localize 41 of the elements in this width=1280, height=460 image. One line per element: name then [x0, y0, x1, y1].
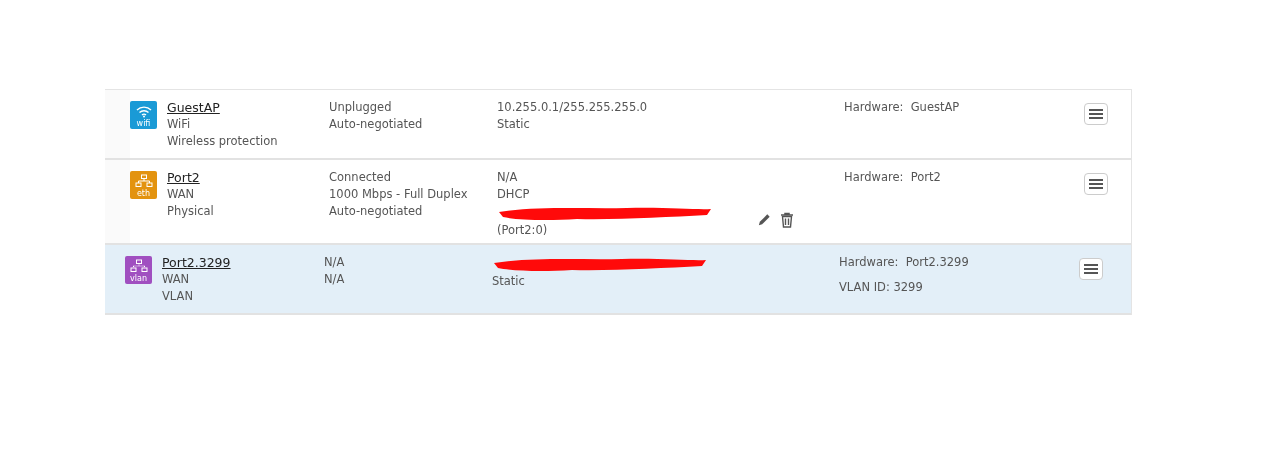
hardware-text: Hardware: Port2.3299	[839, 254, 970, 271]
interface-name-link[interactable]: Port2	[167, 169, 329, 186]
status-text: 1000 Mbps - Full Duplex	[329, 186, 469, 203]
interface-row[interactable]: vlan Port2.3299 WAN VLAN N/A N/A Static Hardware: Port2.3299 VLAN ID: 3299	[105, 245, 1131, 315]
menu-button[interactable]	[1084, 103, 1108, 125]
network-icon: eth	[130, 171, 157, 199]
hardware-text: Hardware: Port2	[844, 169, 942, 186]
hardware-text: VLAN ID: 3299	[839, 279, 924, 296]
interface-row[interactable]: wifi GuestAP WiFi Wireless protection Unplugged Auto-negotiated 10.255.0.1/255.255.255.0 Static Hardware: GuestAP	[105, 90, 1131, 160]
status-text: N/A	[324, 271, 346, 288]
status-text: N/A	[324, 254, 346, 271]
interface-detail: WAN	[162, 271, 191, 288]
interface-detail: WAN	[167, 186, 196, 203]
status-text: Auto-negotiated	[329, 203, 424, 220]
interface-detail: VLAN	[162, 288, 194, 305]
hardware-text: Hardware: GuestAP	[844, 99, 961, 116]
interface-detail: Wireless protection	[167, 133, 279, 150]
status-text: Unplugged	[329, 99, 393, 116]
row-gutter	[105, 90, 130, 158]
menu-button[interactable]	[1084, 173, 1108, 195]
menu-button[interactable]	[1079, 258, 1103, 280]
menu-icon	[1089, 179, 1103, 189]
delete-icon[interactable]	[780, 212, 794, 228]
address-text: DHCP	[497, 186, 531, 203]
interface-name-link[interactable]: GuestAP	[167, 99, 329, 116]
status-text: Connected	[329, 169, 392, 186]
status-text: Auto-negotiated	[329, 116, 424, 133]
address-text: 10.255.0.1/255.255.255.0	[497, 99, 649, 116]
menu-icon	[1089, 109, 1103, 119]
edit-icon[interactable]	[757, 212, 772, 227]
interface-detail: WiFi	[167, 116, 192, 133]
menu-icon	[1084, 264, 1098, 274]
address-text: Static	[497, 116, 531, 133]
interface-name-link[interactable]: Port2.3299	[162, 254, 324, 271]
address-text: (Port2:0)	[497, 222, 549, 239]
wifi-icon: wifi	[130, 101, 157, 129]
interface-row[interactable]: eth Port2 WAN Physical Connected 1000 Mbps - Full Duplex Auto-negotiated N/A DHCP (Port2:0) Hardware: Port2	[105, 160, 1131, 245]
address-text: N/A	[497, 169, 519, 186]
address-text: Static	[492, 273, 526, 290]
network-icon: vlan	[125, 256, 152, 284]
interface-detail: Physical	[167, 203, 215, 220]
